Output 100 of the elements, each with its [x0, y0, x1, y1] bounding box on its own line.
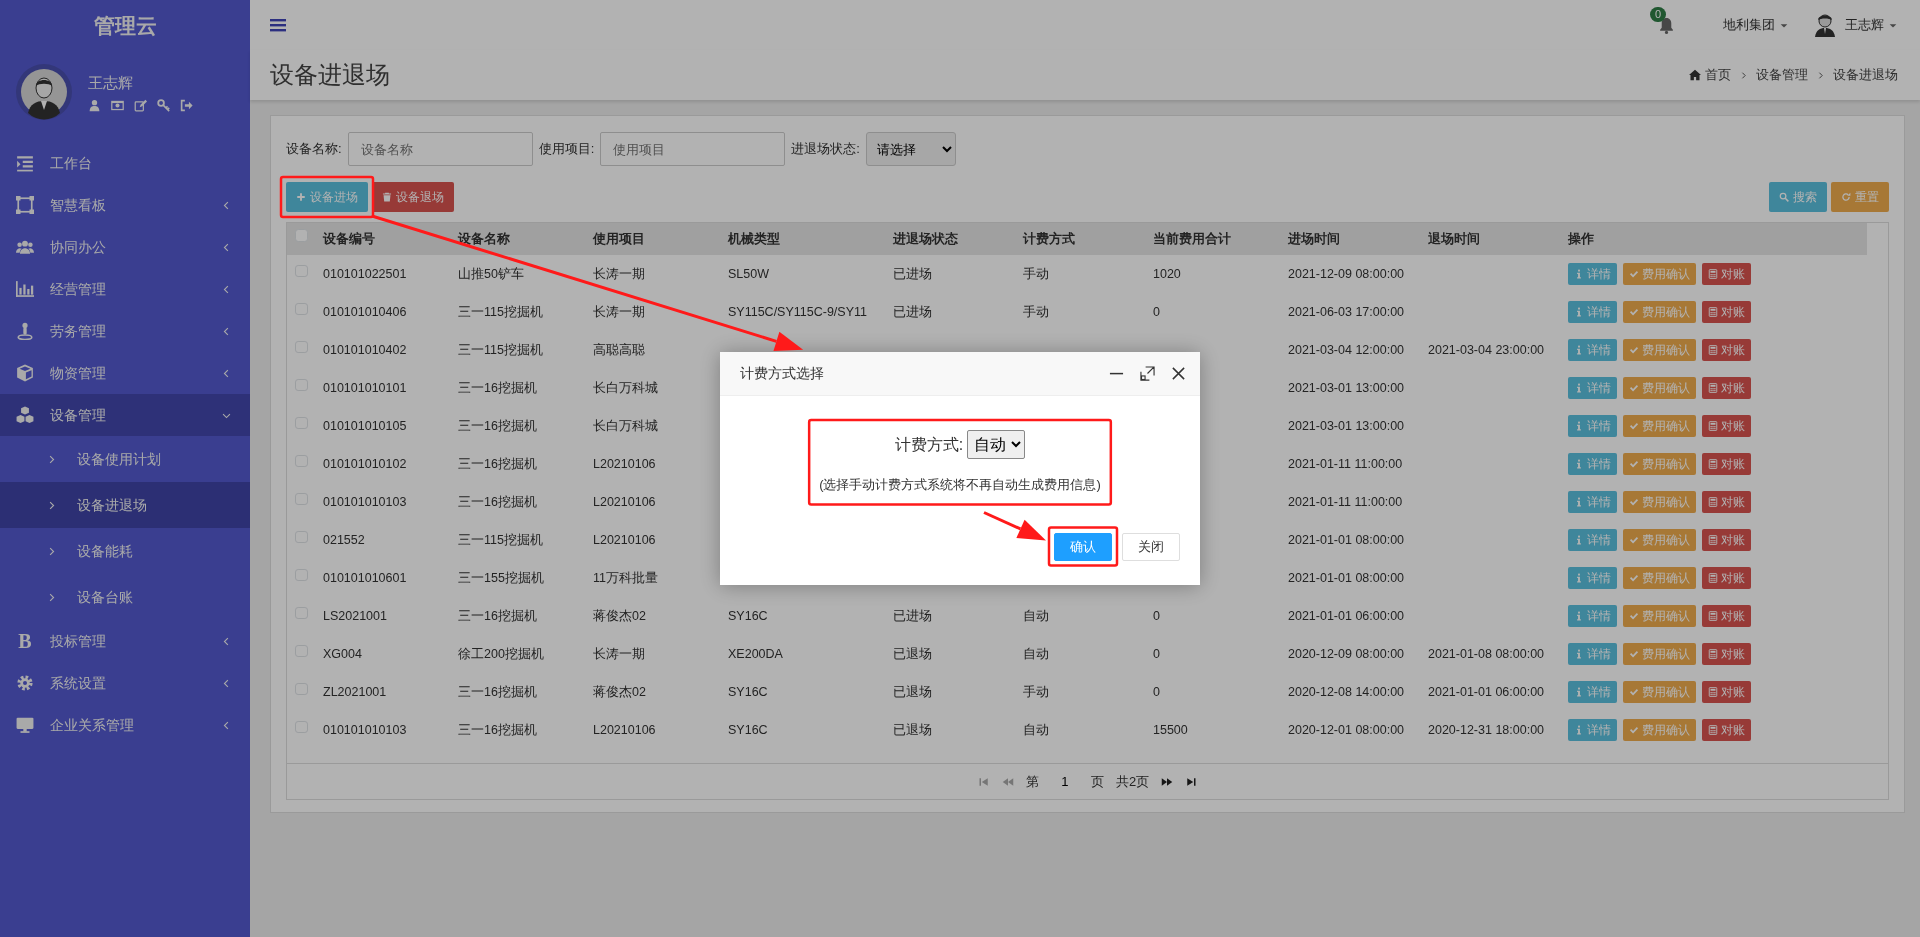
- refresh-icon: [1841, 192, 1851, 202]
- menu-item[interactable]: 工作台: [0, 142, 250, 184]
- details-button[interactable]: 详情: [1568, 643, 1617, 665]
- reconcile-button[interactable]: 对账: [1702, 301, 1751, 323]
- table-cell-text: 2021-01-11 11:00:00: [1287, 455, 1404, 473]
- menu-item[interactable]: 经营管理: [0, 268, 250, 310]
- search-button[interactable]: 搜索: [1769, 182, 1827, 212]
- details-button[interactable]: 详情: [1568, 339, 1617, 361]
- table-cell-text: 三一115挖掘机: [457, 341, 544, 359]
- confirm-fee-button[interactable]: 费用确认: [1623, 263, 1696, 285]
- reconcile-button[interactable]: 对账: [1702, 605, 1751, 627]
- home-icon: [1689, 69, 1701, 81]
- table-cell-text: 手动: [1022, 303, 1050, 321]
- menu-item[interactable]: 劳务管理: [0, 310, 250, 352]
- confirm-fee-button[interactable]: 费用确认: [1623, 301, 1696, 323]
- reconcile-button[interactable]: 对账: [1702, 719, 1751, 741]
- table-cell-text: 长白万科城: [592, 417, 659, 435]
- details-button[interactable]: 详情: [1568, 529, 1617, 551]
- reconcile-button[interactable]: 对账: [1702, 453, 1751, 475]
- calculator-icon: [1708, 687, 1718, 697]
- details-button[interactable]: 详情: [1568, 453, 1617, 475]
- menu-item[interactable]: 智慧看板: [0, 184, 250, 226]
- reconcile-button[interactable]: 对账: [1702, 643, 1751, 665]
- status-select[interactable]: 请选择: [865, 132, 956, 166]
- user-avatar: [1813, 13, 1837, 37]
- confirm-fee-button[interactable]: 费用确认: [1623, 339, 1696, 361]
- reconcile-button[interactable]: 对账: [1702, 681, 1751, 703]
- details-button[interactable]: 详情: [1568, 719, 1617, 741]
- details-button[interactable]: 详情: [1568, 301, 1617, 323]
- search-field[interactable]: 设备名称: [347, 132, 533, 166]
- confirm-fee-button[interactable]: 费用确认: [1623, 605, 1696, 627]
- confirm-fee-button[interactable]: 费用确认: [1623, 681, 1696, 703]
- menu-item[interactable]: 系统设置: [0, 662, 250, 704]
- reconcile-button[interactable]: 对账: [1702, 567, 1751, 589]
- details-button[interactable]: 详情: [1568, 567, 1617, 589]
- info-icon: [1574, 611, 1584, 621]
- breadcrumb-link[interactable]: 首页: [1689, 65, 1731, 85]
- details-button[interactable]: 详情: [1568, 263, 1617, 285]
- table-cell-text: 010101010103: [322, 721, 408, 739]
- table-cell-text: 已进场: [892, 303, 933, 321]
- menu-icon[interactable]: [270, 17, 286, 33]
- search-field[interactable]: 使用项目: [600, 132, 786, 166]
- details-button[interactable]: 详情: [1568, 415, 1617, 437]
- reconcile-button[interactable]: 对账: [1702, 339, 1751, 361]
- page-label: 页: [1090, 772, 1104, 791]
- submenu-item[interactable]: 设备使用计划: [0, 436, 250, 482]
- details-button[interactable]: 详情: [1568, 377, 1617, 399]
- confirm-fee-button[interactable]: 费用确认: [1623, 377, 1696, 399]
- reconcile-button[interactable]: 对账: [1702, 529, 1751, 551]
- calculator-icon: [1708, 269, 1718, 279]
- confirm-fee-button[interactable]: 费用确认: [1623, 567, 1696, 589]
- confirm-fee-button[interactable]: 费用确认: [1623, 453, 1696, 475]
- id-card-icon[interactable]: [111, 98, 124, 112]
- company-dropdown[interactable]: 地利集团: [1723, 15, 1789, 35]
- confirm-fee-button[interactable]: 费用确认: [1623, 491, 1696, 513]
- maximize-icon[interactable]: [1140, 366, 1155, 381]
- billing-method-select[interactable]: 自动: [967, 430, 1026, 459]
- submenu-item[interactable]: 设备进退场: [0, 482, 250, 528]
- table-cell: 2021-12-09 08:00:00: [1284, 255, 1424, 293]
- details-button[interactable]: 详情: [1568, 605, 1617, 627]
- reconcile-button[interactable]: 对账: [1702, 377, 1751, 399]
- confirm-fee-button[interactable]: 费用确认: [1623, 529, 1696, 551]
- details-button[interactable]: 详情: [1568, 491, 1617, 513]
- add-entry-button[interactable]: 设备进场: [286, 182, 368, 212]
- logout-icon[interactable]: [180, 98, 193, 112]
- confirm-fee-button[interactable]: 费用确认: [1623, 643, 1696, 665]
- remove-entry-button[interactable]: 设备退场: [372, 182, 454, 212]
- close-button[interactable]: 关闭: [1122, 532, 1180, 561]
- table-cell-text: 010101010102: [322, 455, 408, 473]
- reset-button[interactable]: 重置: [1831, 182, 1889, 212]
- close-icon[interactable]: [1171, 366, 1186, 381]
- bell-icon[interactable]: [1658, 17, 1675, 35]
- profile-icon[interactable]: [88, 98, 101, 112]
- indent-icon: [16, 154, 34, 172]
- confirm-fee-button[interactable]: 费用确认: [1623, 415, 1696, 437]
- table-cell-text: SY16C: [727, 683, 769, 701]
- submenu-item[interactable]: 设备台账: [0, 574, 250, 620]
- user-dropdown[interactable]: 王志辉: [1845, 15, 1898, 35]
- submenu-item[interactable]: 设备能耗: [0, 528, 250, 574]
- menu-item[interactable]: 设备管理: [0, 394, 250, 436]
- menu-item[interactable]: 企业关系管理: [0, 704, 250, 746]
- calculator-icon: [1708, 649, 1718, 659]
- last-page-icon[interactable]: [1185, 775, 1198, 788]
- confirm-button[interactable]: 确认: [1054, 532, 1112, 561]
- details-button[interactable]: 详情: [1568, 681, 1617, 703]
- info-icon: [1574, 269, 1584, 279]
- breadcrumb-link[interactable]: 设备进退场: [1833, 65, 1898, 85]
- confirm-fee-button[interactable]: 费用确认: [1623, 719, 1696, 741]
- reconcile-button[interactable]: 对账: [1702, 491, 1751, 513]
- bold-icon: B: [16, 631, 34, 651]
- menu-item[interactable]: 协同办公: [0, 226, 250, 268]
- column-header: 退场时间: [1424, 223, 1564, 255]
- breadcrumb-link[interactable]: 设备管理: [1756, 65, 1808, 85]
- reconcile-button[interactable]: 对账: [1702, 263, 1751, 285]
- calculator-icon: [1708, 345, 1718, 355]
- reconcile-button[interactable]: 对账: [1702, 415, 1751, 437]
- menu-item[interactable]: B 投标管理: [0, 620, 250, 662]
- key-icon[interactable]: [157, 98, 170, 112]
- edit-icon[interactable]: [134, 98, 147, 112]
- menu-item[interactable]: 物资管理: [0, 352, 250, 394]
